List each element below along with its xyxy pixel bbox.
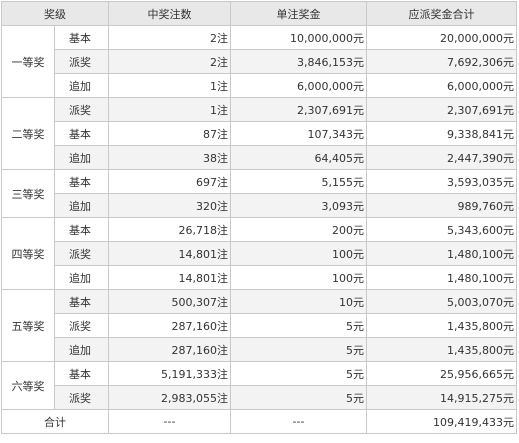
winner-count: 26,718注 — [108, 217, 231, 242]
total-prize: 5,343,600元 — [366, 217, 517, 242]
winner-count: 287,160注 — [108, 337, 231, 362]
total-prize: 1,480,100元 — [366, 241, 517, 266]
bet-type: 基本 — [54, 169, 109, 194]
bet-type: 派奖 — [54, 385, 109, 410]
table-row: 追加 287,160注 5元 1,435,800元 — [2, 337, 517, 362]
table-row: 五等奖 基本 500,307注 10元 5,003,070元 — [1, 289, 517, 362]
winner-count: 14,801注 — [108, 241, 231, 266]
total-prize: 1,435,800元 — [366, 337, 517, 362]
prize-table: 奖级 中奖注数 单注奖金 应派奖金合计 一等奖 基本 2注 10,000,000元 20… — [1, 1, 517, 434]
total-prize: 1,480,100元 — [366, 265, 517, 290]
single-prize: 6,000,000元 — [230, 73, 367, 98]
winner-count: 87注 — [108, 121, 231, 146]
winner-count: 14,801注 — [108, 265, 231, 290]
single-prize: 100元 — [230, 265, 367, 290]
header-row: 奖级 中奖注数 单注奖金 应派奖金合计 — [1, 1, 517, 26]
total-prize: 25,956,665元 — [366, 361, 517, 386]
total-count: --- — [108, 409, 231, 434]
header-total: 应派奖金合计 — [366, 1, 517, 26]
total-prize: 20,000,000元 — [366, 25, 517, 50]
total-prize: 7,692,306元 — [366, 49, 517, 74]
winner-count: 320注 — [108, 193, 231, 218]
total-prize: 2,447,390元 — [366, 145, 517, 170]
table-row: 四等奖 基本 26,718注 200元 5,343,600元 — [1, 217, 517, 290]
total-prize: 9,338,841元 — [366, 121, 517, 146]
single-prize: 3,093元 — [230, 193, 367, 218]
single-prize: 5元 — [230, 313, 367, 338]
total-prize: 6,000,000元 — [366, 73, 517, 98]
single-prize: 5元 — [230, 385, 367, 410]
total-amount: 109,419,433元 — [366, 409, 517, 434]
bet-type: 基本 — [54, 289, 109, 314]
winner-count: 2注 — [108, 25, 231, 50]
bet-type: 派奖 — [54, 241, 109, 266]
total-label: 合计 — [1, 409, 109, 434]
prize-level: 三等奖 — [1, 169, 55, 218]
bet-type: 追加 — [54, 145, 109, 170]
table-row: 三等奖 基本 697注 5,155元 3,593,035元 — [1, 169, 517, 218]
winner-count: 287,160注 — [108, 313, 231, 338]
prize-level: 一等奖 — [1, 25, 55, 98]
table-row: 追加 320注 3,093元 989,760元 — [2, 193, 517, 218]
winner-count: 697注 — [108, 169, 231, 194]
table-row: 派奖 2注 3,846,153元 7,692,306元 — [2, 49, 517, 74]
total-row: 合计 --- --- 109,419,433元 — [1, 409, 517, 434]
table-row: 追加 14,801注 100元 1,480,100元 — [2, 265, 517, 290]
winner-count: 5,191,333注 — [108, 361, 231, 386]
table-row: 六等奖 基本 5,191,333注 5元 25,956,665元 — [1, 361, 517, 410]
single-prize: 2,307,691元 — [230, 97, 367, 122]
bet-type: 追加 — [54, 193, 109, 218]
table-row: 二等奖 派奖 1注 2,307,691元 2,307,691元 — [1, 97, 517, 170]
total-prize: 1,435,800元 — [366, 313, 517, 338]
single-prize: 64,405元 — [230, 145, 367, 170]
winner-count: 2,983,055注 — [108, 385, 231, 410]
table-row: 追加 38注 64,405元 2,447,390元 — [2, 145, 517, 170]
single-prize: 10元 — [230, 289, 367, 314]
single-prize: 5元 — [230, 337, 367, 362]
prize-level: 二等奖 — [1, 97, 55, 170]
bet-type: 基本 — [54, 361, 109, 386]
table-row: 基本 87注 107,343元 9,338,841元 — [2, 121, 517, 146]
bet-type: 基本 — [54, 217, 109, 242]
total-prize: 989,760元 — [366, 193, 517, 218]
single-prize: 200元 — [230, 217, 367, 242]
total-prize: 3,593,035元 — [366, 169, 517, 194]
winner-count: 38注 — [108, 145, 231, 170]
single-prize: 107,343元 — [230, 121, 367, 146]
header-count: 中奖注数 — [108, 1, 231, 26]
single-prize: 5,155元 — [230, 169, 367, 194]
total-prize: 5,003,070元 — [366, 289, 517, 314]
bet-type: 追加 — [54, 337, 109, 362]
total-prize: --- — [230, 409, 367, 434]
header-prize: 单注奖金 — [230, 1, 367, 26]
table-row: 派奖 14,801注 100元 1,480,100元 — [2, 241, 517, 266]
single-prize: 10,000,000元 — [230, 25, 367, 50]
table-body: 一等奖 基本 2注 10,000,000元 20,000,000元 派奖 2注 3,846,1… — [1, 25, 517, 434]
single-prize: 100元 — [230, 241, 367, 266]
winner-count: 500,307注 — [108, 289, 231, 314]
table-row: 派奖 2,983,055注 5元 14,915,275元 — [2, 385, 517, 410]
bet-type: 基本 — [54, 25, 109, 50]
bet-type: 追加 — [54, 265, 109, 290]
bet-type: 追加 — [54, 73, 109, 98]
total-prize: 2,307,691元 — [366, 97, 517, 122]
prize-level: 五等奖 — [1, 289, 55, 362]
bet-type: 派奖 — [54, 313, 109, 338]
table-row: 派奖 287,160注 5元 1,435,800元 — [2, 313, 517, 338]
total-prize: 14,915,275元 — [366, 385, 517, 410]
winner-count: 1注 — [108, 97, 231, 122]
bet-type: 派奖 — [54, 97, 109, 122]
winner-count: 2注 — [108, 49, 231, 74]
single-prize: 3,846,153元 — [230, 49, 367, 74]
winner-count: 1注 — [108, 73, 231, 98]
single-prize: 5元 — [230, 361, 367, 386]
table-row: 追加 1注 6,000,000元 6,000,000元 — [2, 73, 517, 98]
bet-type: 派奖 — [54, 49, 109, 74]
header-level: 奖级 — [1, 1, 109, 26]
table-row: 一等奖 基本 2注 10,000,000元 20,000,000元 — [1, 25, 517, 98]
prize-level: 六等奖 — [1, 361, 55, 410]
bet-type: 基本 — [54, 121, 109, 146]
prize-level: 四等奖 — [1, 217, 55, 290]
